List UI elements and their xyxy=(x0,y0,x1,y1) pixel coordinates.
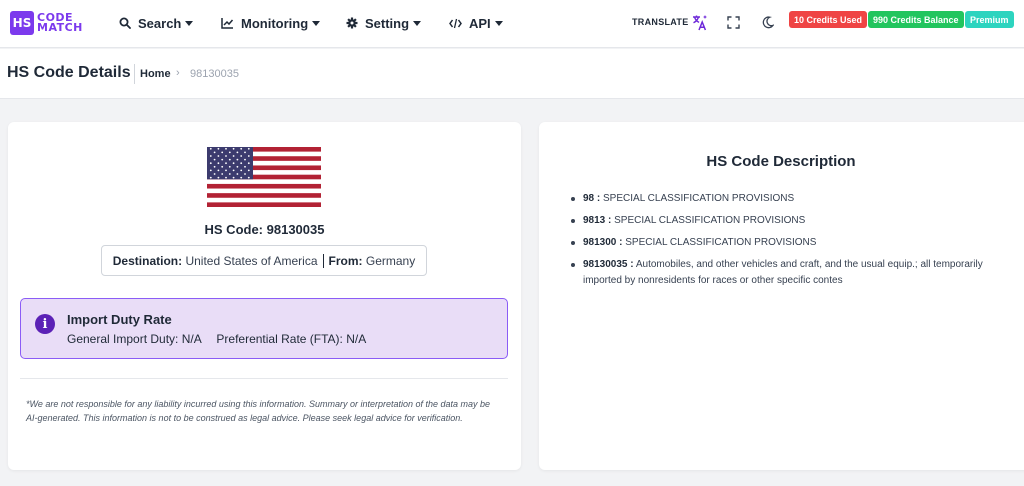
import-duty-alert: i Import Duty Rate General Import Duty: … xyxy=(20,298,508,359)
fullscreen-icon[interactable] xyxy=(722,11,744,33)
list-item-text: SPECIAL CLASSIFICATION PROVISIONS xyxy=(625,237,817,248)
hs-code-label: HS Code: 98130035 xyxy=(204,222,325,237)
nav-monitoring-label: Monitoring xyxy=(241,15,309,31)
description-list: 98 : SPECIAL CLASSIFICATION PROVISIONS 9… xyxy=(569,191,1024,295)
nav-setting-label: Setting xyxy=(365,15,410,31)
list-item: 98130035 : Automobiles, and other vehicl… xyxy=(569,257,1024,289)
credits-used-badge: 10 Credits Used xyxy=(789,11,868,28)
line-chart-icon xyxy=(221,18,234,29)
search-icon xyxy=(119,17,131,29)
premium-badge[interactable]: Premium xyxy=(965,11,1014,28)
list-item-text: SPECIAL CLASSIFICATION PROVISIONS xyxy=(614,215,806,226)
logo-mark: HS xyxy=(10,11,34,35)
destination-origin-box: Destination: United States of America Fr… xyxy=(101,245,427,276)
gear-icon xyxy=(346,17,358,29)
nav-setting[interactable]: Setting xyxy=(346,12,422,34)
list-item-text: Automobiles, and other vehicles and craf… xyxy=(583,259,983,286)
nav-api[interactable]: API xyxy=(449,12,503,34)
general-import-duty: General Import Duty: N/A xyxy=(67,332,202,346)
breadcrumb-home[interactable]: Home xyxy=(140,68,171,80)
page-title: HS Code Details xyxy=(7,64,131,81)
from-label: From: xyxy=(328,253,363,268)
separator xyxy=(322,253,324,268)
translate-button[interactable]: TRANSLATE xyxy=(632,11,708,33)
top-navbar: HS CODE MATCH Search Monitoring Setting … xyxy=(0,0,1024,48)
chevron-down-icon xyxy=(185,20,194,26)
chevron-down-icon xyxy=(312,20,321,26)
list-item: 981300 : SPECIAL CLASSIFICATION PROVISIO… xyxy=(569,235,1024,251)
nav-api-label: API xyxy=(469,15,491,31)
hs-code-details-card: HS Code: 98130035 Destination: United St… xyxy=(8,122,521,470)
disclaimer-text: *We are not responsible for any liabilit… xyxy=(26,399,491,423)
list-item: 98 : SPECIAL CLASSIFICATION PROVISIONS xyxy=(569,191,1024,207)
divider xyxy=(20,378,508,379)
credits-balance-badge: 990 Credits Balance xyxy=(868,11,964,28)
info-icon: i xyxy=(35,314,55,334)
us-flag-icon xyxy=(207,147,321,207)
list-item-code: 98 : xyxy=(583,193,601,204)
chevron-down-icon xyxy=(494,20,503,26)
import-duty-title: Import Duty Rate xyxy=(67,312,172,327)
description-title: HS Code Description xyxy=(706,153,856,170)
nav-search-label: Search xyxy=(138,15,182,31)
list-item-text: SPECIAL CLASSIFICATION PROVISIONS xyxy=(603,193,795,204)
nav-search[interactable]: Search xyxy=(119,12,194,34)
hs-code-description-card: HS Code Description 98 : SPECIAL CLASSIF… xyxy=(539,122,1024,470)
logo-line-2: MATCH xyxy=(37,21,83,34)
code-icon xyxy=(449,18,462,28)
destination-value: United States of America xyxy=(185,253,318,268)
translate-label: TRANSLATE xyxy=(632,17,689,27)
chevron-down-icon xyxy=(413,20,422,26)
from-value: Germany xyxy=(365,253,416,268)
list-item: 9813 : SPECIAL CLASSIFICATION PROVISIONS xyxy=(569,213,1024,229)
header-divider xyxy=(134,64,135,84)
page-header: HS Code Details Home › 98130035 xyxy=(0,49,1024,99)
preferential-rate: Preferential Rate (FTA): N/A xyxy=(216,332,367,346)
dark-mode-moon-icon[interactable] xyxy=(756,11,778,33)
chevron-right-icon: › xyxy=(176,67,180,79)
list-item-code: 981300 : xyxy=(583,237,623,248)
translate-icon xyxy=(692,14,707,30)
breadcrumb-current: 98130035 xyxy=(190,68,239,80)
list-item-code: 98130035 : xyxy=(583,259,634,270)
destination-label: Destination: xyxy=(112,253,183,268)
list-item-code: 9813 : xyxy=(583,215,612,226)
nav-monitoring[interactable]: Monitoring xyxy=(221,12,321,34)
logo[interactable]: HS CODE MATCH xyxy=(10,8,83,38)
